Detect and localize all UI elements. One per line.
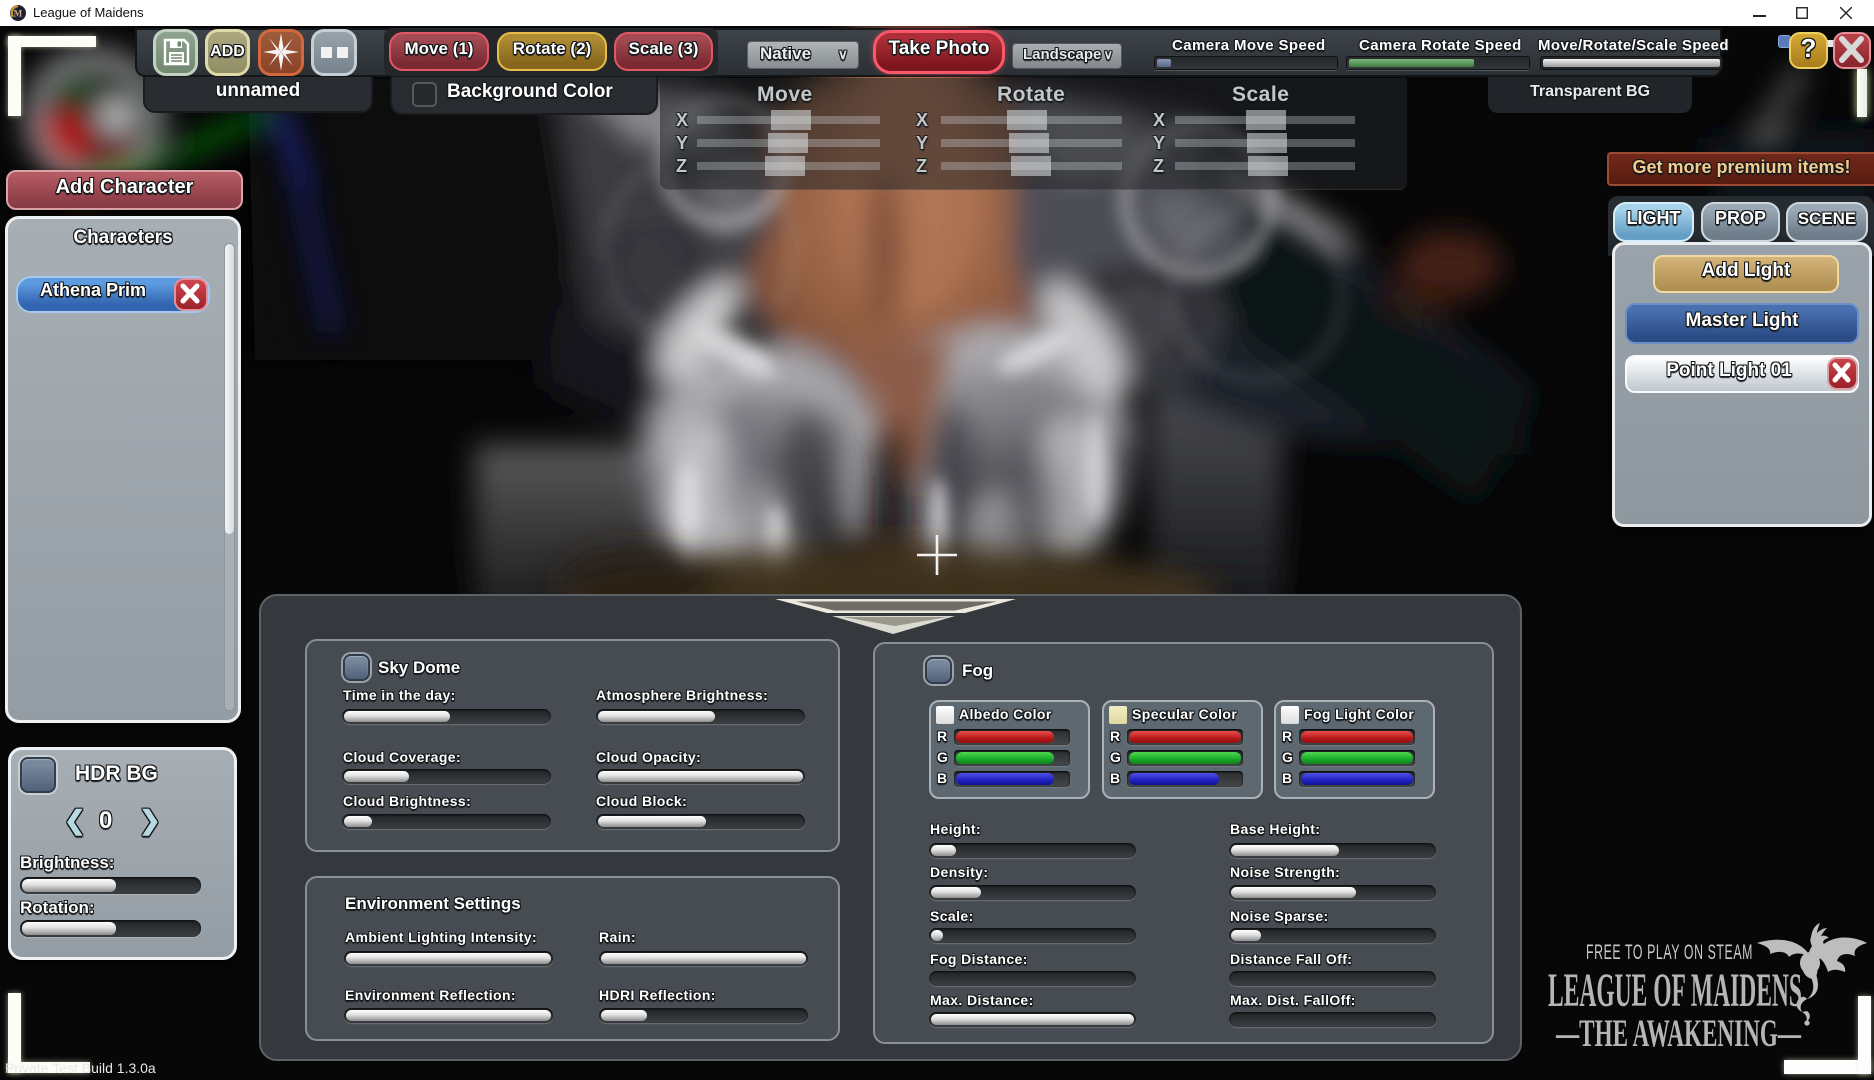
svg-text:—THE AWAKENING—: —THE AWAKENING—: [1555, 1012, 1801, 1055]
svg-text:FREE TO PLAY ON STEAM: FREE TO PLAY ON STEAM: [1586, 941, 1753, 964]
svg-text:M: M: [14, 9, 23, 19]
svg-text:LEAGUE OF MAIDENS: LEAGUE OF MAIDENS: [1548, 965, 1802, 1017]
